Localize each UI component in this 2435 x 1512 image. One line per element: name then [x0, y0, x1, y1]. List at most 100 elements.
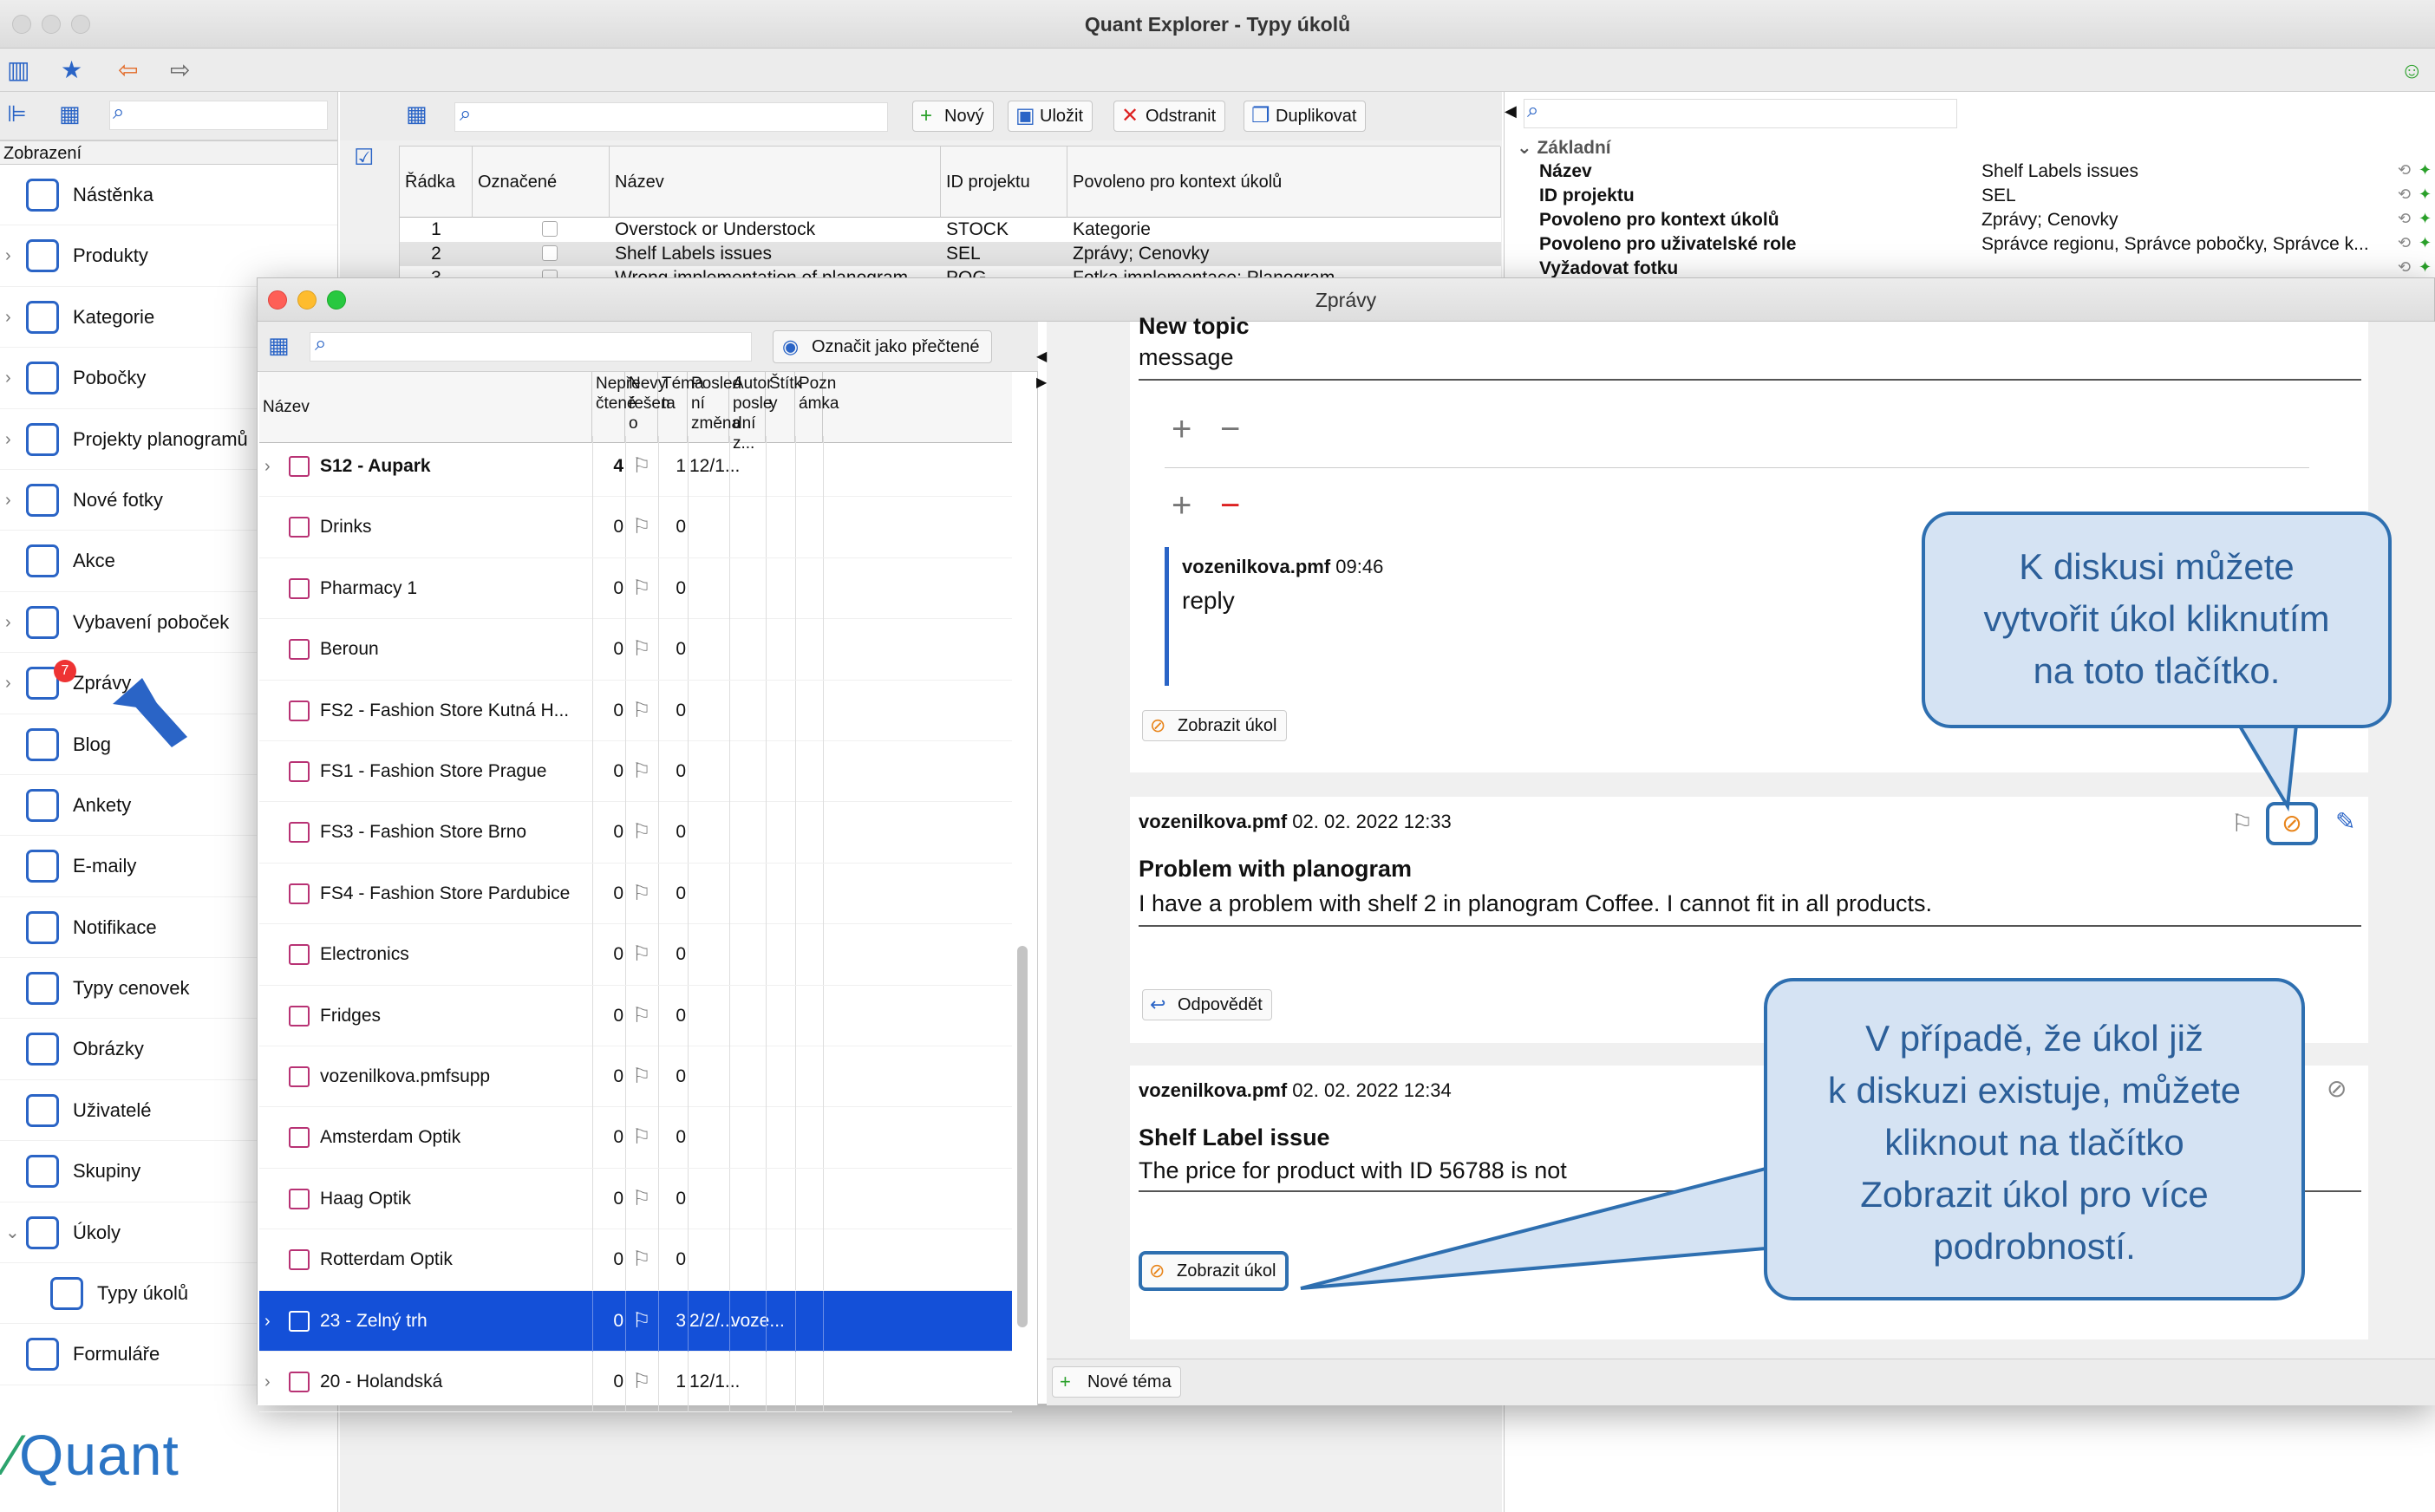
table-row[interactable]: 2 Shelf Labels issues SEL Zprávy; Cenovky — [400, 242, 1501, 266]
delete-button[interactable]: ✕ Odstranit — [1113, 101, 1226, 132]
column-header[interactable]: Název — [610, 147, 941, 218]
property-row[interactable]: Název Shelf Labels issues ⟲ ✦ — [1539, 160, 2432, 184]
grid-settings-icon[interactable]: ▦ — [268, 332, 290, 359]
column-header[interactable]: Pozn ámka — [795, 372, 839, 443]
task-check-icon[interactable]: ⊘ — [2327, 1074, 2347, 1103]
column-header[interactable]: Povoleno pro kontext úkolů — [1067, 147, 1501, 218]
flag-icon[interactable]: ⚐ — [632, 924, 651, 985]
pin-icon[interactable]: ✦ — [2419, 258, 2432, 277]
flag-icon[interactable]: ⚐ — [2231, 809, 2253, 837]
checklist-icon[interactable]: ☑ — [354, 144, 374, 171]
topic-row[interactable]: FS2 - Fashion Store Kutná H... 0 ⚐ 0 — [259, 680, 1012, 741]
flag-icon[interactable]: ⚐ — [632, 1352, 651, 1412]
topic-row[interactable]: Drinks 0 ⚐ 0 — [259, 497, 1012, 558]
topic-row[interactable]: Amsterdam Optik 0 ⚐ 0 — [259, 1107, 1012, 1169]
reply-button[interactable]: ↩ Odpovědět — [1142, 989, 1272, 1020]
flag-icon[interactable]: ⚐ — [632, 986, 651, 1046]
column-header[interactable]: Autor posle dní z... — [729, 372, 772, 453]
plus-icon[interactable]: + — [1172, 486, 1191, 525]
edit-icon[interactable]: ✎ — [2335, 807, 2355, 836]
tree-icon[interactable]: ⊫ — [7, 101, 27, 127]
sidebar-item[interactable]: Nástěnka — [0, 165, 337, 226]
column-header[interactable]: Štítk y — [766, 372, 802, 443]
duplicate-button[interactable]: ❐ Duplikovat — [1244, 101, 1367, 132]
flag-icon[interactable]: ⚐ — [632, 558, 651, 619]
topics-search-input[interactable] — [310, 332, 752, 362]
flag-icon[interactable]: ⚐ — [632, 1046, 651, 1107]
chevron-icon[interactable]: › — [264, 1291, 271, 1352]
save-button[interactable]: ▣ Uložit — [1008, 101, 1093, 132]
property-row[interactable]: Povoleno pro uživatelské role Správce re… — [1539, 232, 2432, 257]
column-header[interactable]: Označené — [473, 147, 610, 218]
topic-row[interactable]: Fridges 0 ⚐ 0 — [259, 985, 1012, 1046]
table-row[interactable]: 1 Overstock or Understock STOCK Kategorie — [400, 218, 1501, 242]
reset-icon[interactable]: ⟲ — [2398, 161, 2411, 179]
back-arrow-icon[interactable]: ⇦ — [118, 49, 138, 92]
pin-icon[interactable]: ✦ — [2419, 234, 2432, 252]
dialog-zoom-button[interactable] — [327, 290, 346, 310]
reset-icon[interactable]: ⟲ — [2398, 210, 2411, 228]
flag-icon[interactable]: ⚐ — [632, 1107, 651, 1168]
chevron-icon[interactable]: › — [264, 436, 271, 497]
flag-icon[interactable]: ⚐ — [632, 741, 651, 802]
dialog-minimize-button[interactable] — [297, 290, 317, 310]
minus-icon[interactable]: − — [1220, 486, 1240, 525]
column-header[interactable]: Název — [259, 372, 592, 443]
column-header[interactable]: Řádka — [400, 147, 473, 218]
new-topic-button[interactable]: + Nové téma — [1052, 1366, 1181, 1398]
forward-arrow-icon[interactable]: ⇨ — [170, 49, 190, 92]
flag-icon[interactable]: ⚐ — [632, 497, 651, 557]
topic-row[interactable]: Electronics 0 ⚐ 0 — [259, 924, 1012, 986]
flag-icon[interactable]: ⚐ — [632, 1229, 651, 1290]
topic-row[interactable]: FS1 - Fashion Store Prague 0 ⚐ 0 — [259, 741, 1012, 803]
sidebar-search-input[interactable] — [109, 101, 328, 130]
pin-icon[interactable]: ✦ — [2419, 161, 2432, 179]
favorites-star-icon[interactable]: ★ — [61, 49, 82, 92]
chevron-icon[interactable]: › — [5, 225, 11, 286]
chevron-icon[interactable]: › — [5, 592, 11, 653]
flag-icon[interactable]: ⚐ — [632, 802, 651, 863]
column-header[interactable]: Posled ní změna — [688, 372, 741, 443]
row-checkbox[interactable] — [542, 245, 558, 261]
collapse-arrow-icon[interactable]: ◀ — [1505, 102, 1517, 121]
show-task-button[interactable]: ⊘ Zobrazit úkol — [1142, 710, 1287, 741]
topic-row[interactable]: Rotterdam Optik 0 ⚐ 0 — [259, 1229, 1012, 1291]
topic-row[interactable]: Beroun 0 ⚐ 0 — [259, 619, 1012, 681]
dialog-close-button[interactable] — [268, 290, 287, 310]
properties-search-input[interactable] — [1524, 99, 1957, 128]
property-row[interactable]: Povoleno pro kontext úkolů Zprávy; Cenov… — [1539, 208, 2432, 232]
plus-icon[interactable]: + — [1172, 410, 1191, 449]
show-task-button[interactable]: ⊘ Zobrazit úkol — [1139, 1251, 1289, 1291]
flag-icon[interactable]: ⚐ — [632, 864, 651, 924]
new-button[interactable]: + Nový — [912, 101, 994, 132]
row-checkbox[interactable] — [542, 221, 558, 237]
topic-row[interactable]: › 20 - Holandská 0 ⚐ 1 12/1... — [259, 1352, 1012, 1413]
column-header[interactable]: Nevy řešen o — [625, 372, 670, 443]
property-value[interactable]: Správce regionu, Správce pobočky, Správc… — [1981, 232, 2369, 257]
chevron-icon[interactable]: › — [5, 348, 11, 408]
topic-row[interactable]: vozenilkova.pmfsupp 0 ⚐ 0 — [259, 1046, 1012, 1108]
flag-icon[interactable]: ⚐ — [632, 619, 651, 680]
chevron-icon[interactable]: › — [5, 470, 11, 531]
topic-row[interactable]: › S12 - Aupark 4 ⚐ 1 12/1... — [259, 436, 1012, 498]
flag-icon[interactable]: ⚐ — [632, 436, 651, 497]
expand-arrow-icon[interactable]: ▶ — [1036, 374, 1047, 391]
collapse-arrow-icon[interactable]: ◀ — [1036, 348, 1047, 365]
topic-row[interactable]: Haag Optik 0 ⚐ 0 — [259, 1168, 1012, 1230]
chevron-icon[interactable]: ⌄ — [5, 1202, 20, 1263]
grid-settings-icon[interactable]: ▦ — [406, 101, 428, 127]
minus-icon[interactable]: − — [1220, 410, 1240, 449]
sidebar-toggle-icon[interactable]: ▥ — [7, 49, 29, 92]
column-header[interactable]: ID projektu — [941, 147, 1067, 218]
topic-row[interactable]: Pharmacy 1 0 ⚐ 0 — [259, 557, 1012, 620]
column-header[interactable]: Nepře čtené — [592, 372, 641, 443]
property-value[interactable]: Shelf Labels issues — [1981, 160, 2138, 184]
property-value[interactable]: Zprávy; Cenovky — [1981, 208, 2118, 232]
property-value[interactable]: SEL — [1981, 184, 2016, 208]
reset-icon[interactable]: ⟲ — [2398, 186, 2411, 204]
chevron-icon[interactable]: › — [5, 653, 11, 714]
chevron-icon[interactable]: › — [264, 1352, 271, 1412]
topic-row[interactable]: FS3 - Fashion Store Brno 0 ⚐ 0 — [259, 802, 1012, 864]
topic-row[interactable]: › 23 - Zelný trh 0 ⚐ 3 2/2/... voze... — [259, 1290, 1012, 1352]
create-task-button[interactable]: ⊘ — [2266, 802, 2318, 845]
